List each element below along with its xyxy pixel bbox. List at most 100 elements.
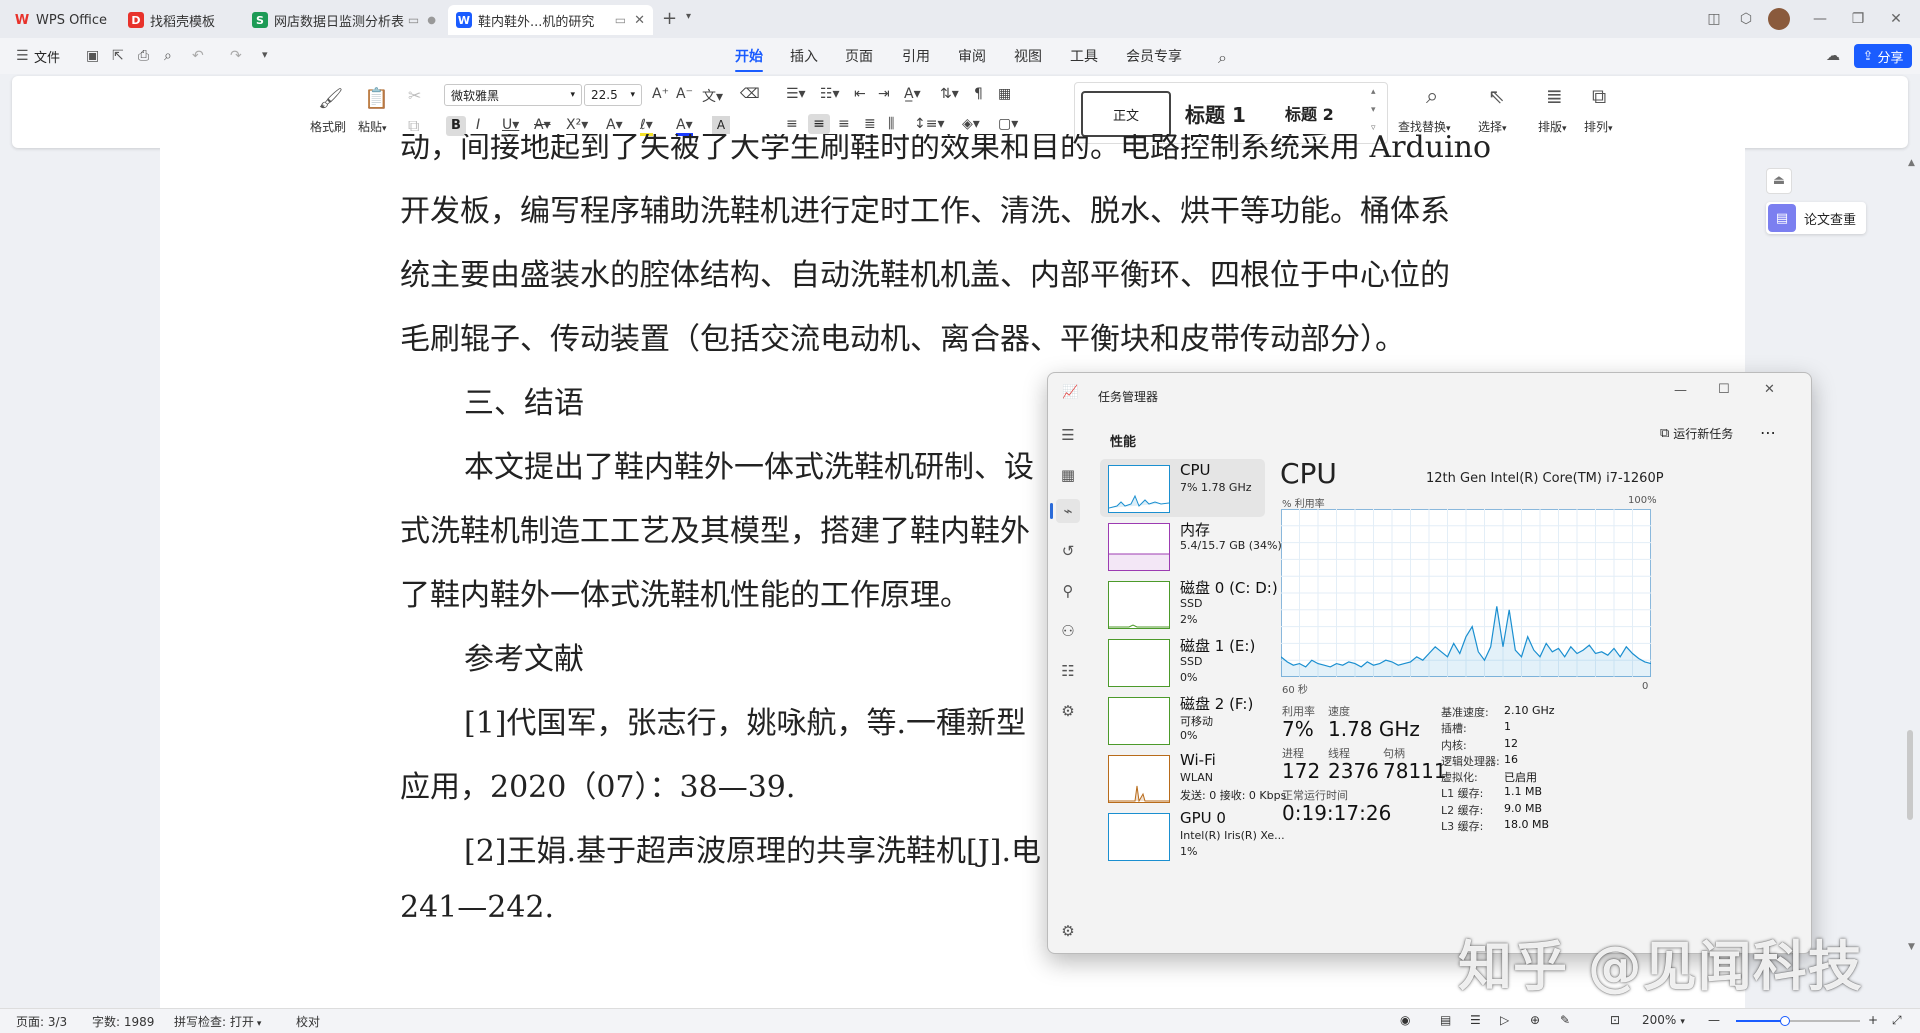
phonetic-icon[interactable]: 文▾	[702, 86, 723, 106]
select-button[interactable]: 选择▾	[1478, 118, 1507, 135]
minimize-icon[interactable]: —	[1674, 383, 1687, 398]
outline-view-icon[interactable]: ☰	[1470, 1013, 1481, 1027]
vertical-scrollbar[interactable]	[1907, 730, 1913, 820]
align-center-icon[interactable]: ≡	[808, 114, 830, 134]
table-icon[interactable]: ▦	[998, 86, 1011, 102]
show-marks-icon[interactable]: ¶	[974, 86, 983, 102]
justify-icon[interactable]: ≣	[864, 116, 876, 132]
app-history-icon[interactable]: ↺	[1056, 539, 1080, 563]
perf-item-disk-1[interactable]: 磁盘 1 (E:) SSD 0%	[1100, 633, 1265, 691]
menu-view[interactable]: 视图	[1014, 46, 1042, 66]
perf-item-memory[interactable]: 内存 5.4/15.7 GB (34%)	[1100, 517, 1282, 575]
tab-document-active[interactable]: W 鞋内鞋外...机的研究 ▭ ✕	[448, 5, 653, 35]
increase-indent-icon[interactable]: ⇥	[878, 86, 890, 102]
scroll-up-icon[interactable]: ▲	[1908, 158, 1915, 168]
performance-icon[interactable]: ⌁	[1056, 499, 1080, 523]
zoom-slider[interactable]	[1736, 1016, 1860, 1026]
spell-check-toggle[interactable]: 拼写检查: 打开 ▾	[174, 1013, 261, 1030]
style-normal[interactable]: 正文	[1081, 91, 1171, 137]
strikethrough-icon[interactable]: A▾	[534, 117, 551, 133]
menu-review[interactable]: 审阅	[958, 46, 986, 66]
superscript-icon[interactable]: X²▾	[566, 117, 588, 133]
maximize-icon[interactable]: ☐	[1718, 382, 1730, 397]
settings-gear-icon[interactable]: ⚙	[1056, 919, 1080, 943]
menu-insert[interactable]: 插入	[790, 46, 818, 66]
sort-icon[interactable]: ⇅▾	[940, 86, 959, 102]
format-painter-button[interactable]: 格式刷	[310, 118, 346, 135]
menu-tools[interactable]: 工具	[1070, 46, 1098, 66]
expand-styles-icon[interactable]: ▿	[1371, 123, 1376, 133]
arrange-button[interactable]: 排列▾	[1584, 118, 1613, 135]
char-shading-icon[interactable]: A	[712, 116, 730, 134]
task-manager-window[interactable]: 📈 任务管理器 — ☐ ✕ ☰ ▦ ⌁ ↺ ⚲ ⚇ ☷ ⚙ ⚙ 性能 ⧉ 运行新…	[1047, 372, 1812, 954]
avatar[interactable]	[1768, 8, 1790, 30]
scroll-down-icon[interactable]: ▼	[1908, 942, 1915, 952]
bold-icon[interactable]: B	[446, 116, 466, 136]
users-icon[interactable]: ⚇	[1056, 619, 1080, 643]
font-size-select[interactable]: 22.5 ▾	[584, 84, 642, 106]
share-button[interactable]: ⇪ 分享	[1854, 44, 1912, 68]
page-indicator[interactable]: 页面: 3/3	[16, 1013, 67, 1030]
preview-icon[interactable]: ⌕	[164, 48, 172, 64]
perf-item-disk-0[interactable]: 磁盘 0 (C: D:) SSD 2%	[1100, 575, 1278, 633]
chevron-down-icon[interactable]: ▾	[1371, 105, 1376, 115]
zoom-level[interactable]: 200% ▾	[1642, 1013, 1685, 1027]
underline-icon[interactable]: U▾	[502, 117, 519, 133]
perf-item-gpu[interactable]: GPU 0 Intel(R) Iris(R) Xe... 1%	[1100, 807, 1285, 865]
eye-protection-icon[interactable]: ◉	[1400, 1013, 1410, 1027]
hamburger-icon[interactable]: ☰	[1056, 423, 1080, 447]
text-effect-icon[interactable]: A▾	[606, 117, 623, 133]
details-icon[interactable]: ☷	[1056, 659, 1080, 683]
numbered-list-icon[interactable]: ☷▾	[820, 86, 840, 102]
align-left-icon[interactable]: ≡	[786, 116, 798, 132]
minimize-icon[interactable]: —	[1808, 8, 1832, 30]
text-direction-icon[interactable]: A̲▾	[904, 86, 921, 102]
tab-list-chevron-icon[interactable]: ▾	[686, 11, 691, 22]
processes-icon[interactable]: ▦	[1056, 463, 1080, 487]
box-icon[interactable]: ⬡	[1734, 8, 1758, 30]
cut-icon[interactable]: ✂	[408, 86, 421, 105]
decrease-indent-icon[interactable]: ⇤	[854, 86, 866, 102]
menu-member[interactable]: 会员专享	[1126, 46, 1182, 66]
distribute-icon[interactable]: ⫼	[888, 116, 894, 132]
redo-icon[interactable]: ↷	[230, 48, 242, 64]
menu-page[interactable]: 页面	[845, 46, 873, 66]
search-icon[interactable]: ⌕	[1218, 48, 1227, 68]
word-count[interactable]: 字数: 1989	[92, 1013, 154, 1030]
fullscreen-icon[interactable]: ⤢	[1892, 1013, 1902, 1028]
align-right-icon[interactable]: ≡	[838, 116, 850, 132]
perf-item-disk-2[interactable]: 磁盘 2 (F:) 可移动 0%	[1100, 691, 1265, 749]
paper-check-button[interactable]: ▤ 论文查重	[1766, 202, 1866, 234]
menu-references[interactable]: 引用	[902, 46, 930, 66]
restore-icon[interactable]: ❐	[1846, 8, 1870, 30]
file-menu[interactable]: 文件	[34, 47, 60, 66]
font-name-select[interactable]: 微软雅黑 ▾	[444, 84, 582, 106]
grow-font-icon[interactable]: A⁺	[652, 86, 669, 102]
tab-docer-template[interactable]: D 找稻壳模板	[120, 5, 240, 35]
save-icon[interactable]: ▣	[86, 48, 99, 64]
close-tab-icon[interactable]: ✕	[634, 13, 645, 28]
print-icon[interactable]: ⎙	[138, 48, 149, 64]
tab-wps-office[interactable]: W WPS Office	[6, 5, 116, 35]
web-view-icon[interactable]: ⊕	[1530, 1013, 1540, 1027]
startup-apps-icon[interactable]: ⚲	[1056, 579, 1080, 603]
zoom-slider-thumb[interactable]	[1780, 1016, 1791, 1026]
find-replace-button[interactable]: 查找替换▾	[1398, 118, 1451, 135]
chevron-up-icon[interactable]: ▴	[1371, 87, 1376, 97]
perf-item-wifi[interactable]: Wi-Fi WLAN 发送: 0 接收: 0 Kbps	[1100, 749, 1286, 807]
copy-icon[interactable]: ⧉	[408, 116, 419, 136]
undo-icon[interactable]: ↶	[192, 48, 204, 64]
paste-button[interactable]: 粘贴▾	[358, 118, 387, 135]
menu-lines-icon[interactable]: ☰	[16, 48, 29, 64]
close-icon[interactable]: ✕	[1884, 8, 1908, 30]
bullet-list-icon[interactable]: ☰▾	[786, 86, 806, 102]
clear-format-icon[interactable]: ⌫	[740, 86, 760, 102]
shrink-font-icon[interactable]: A⁻	[676, 86, 693, 102]
collapse-panel-icon[interactable]: ⏏	[1766, 168, 1792, 194]
fit-page-icon[interactable]: ⊡	[1610, 1013, 1620, 1027]
play-icon[interactable]: ▷	[1500, 1013, 1509, 1027]
border-icon[interactable]: ▢▾	[998, 116, 1018, 132]
proofread-button[interactable]: 校对	[296, 1013, 320, 1030]
style-heading-2[interactable]: 标题 2	[1285, 101, 1334, 125]
italic-icon[interactable]: I	[476, 117, 480, 133]
